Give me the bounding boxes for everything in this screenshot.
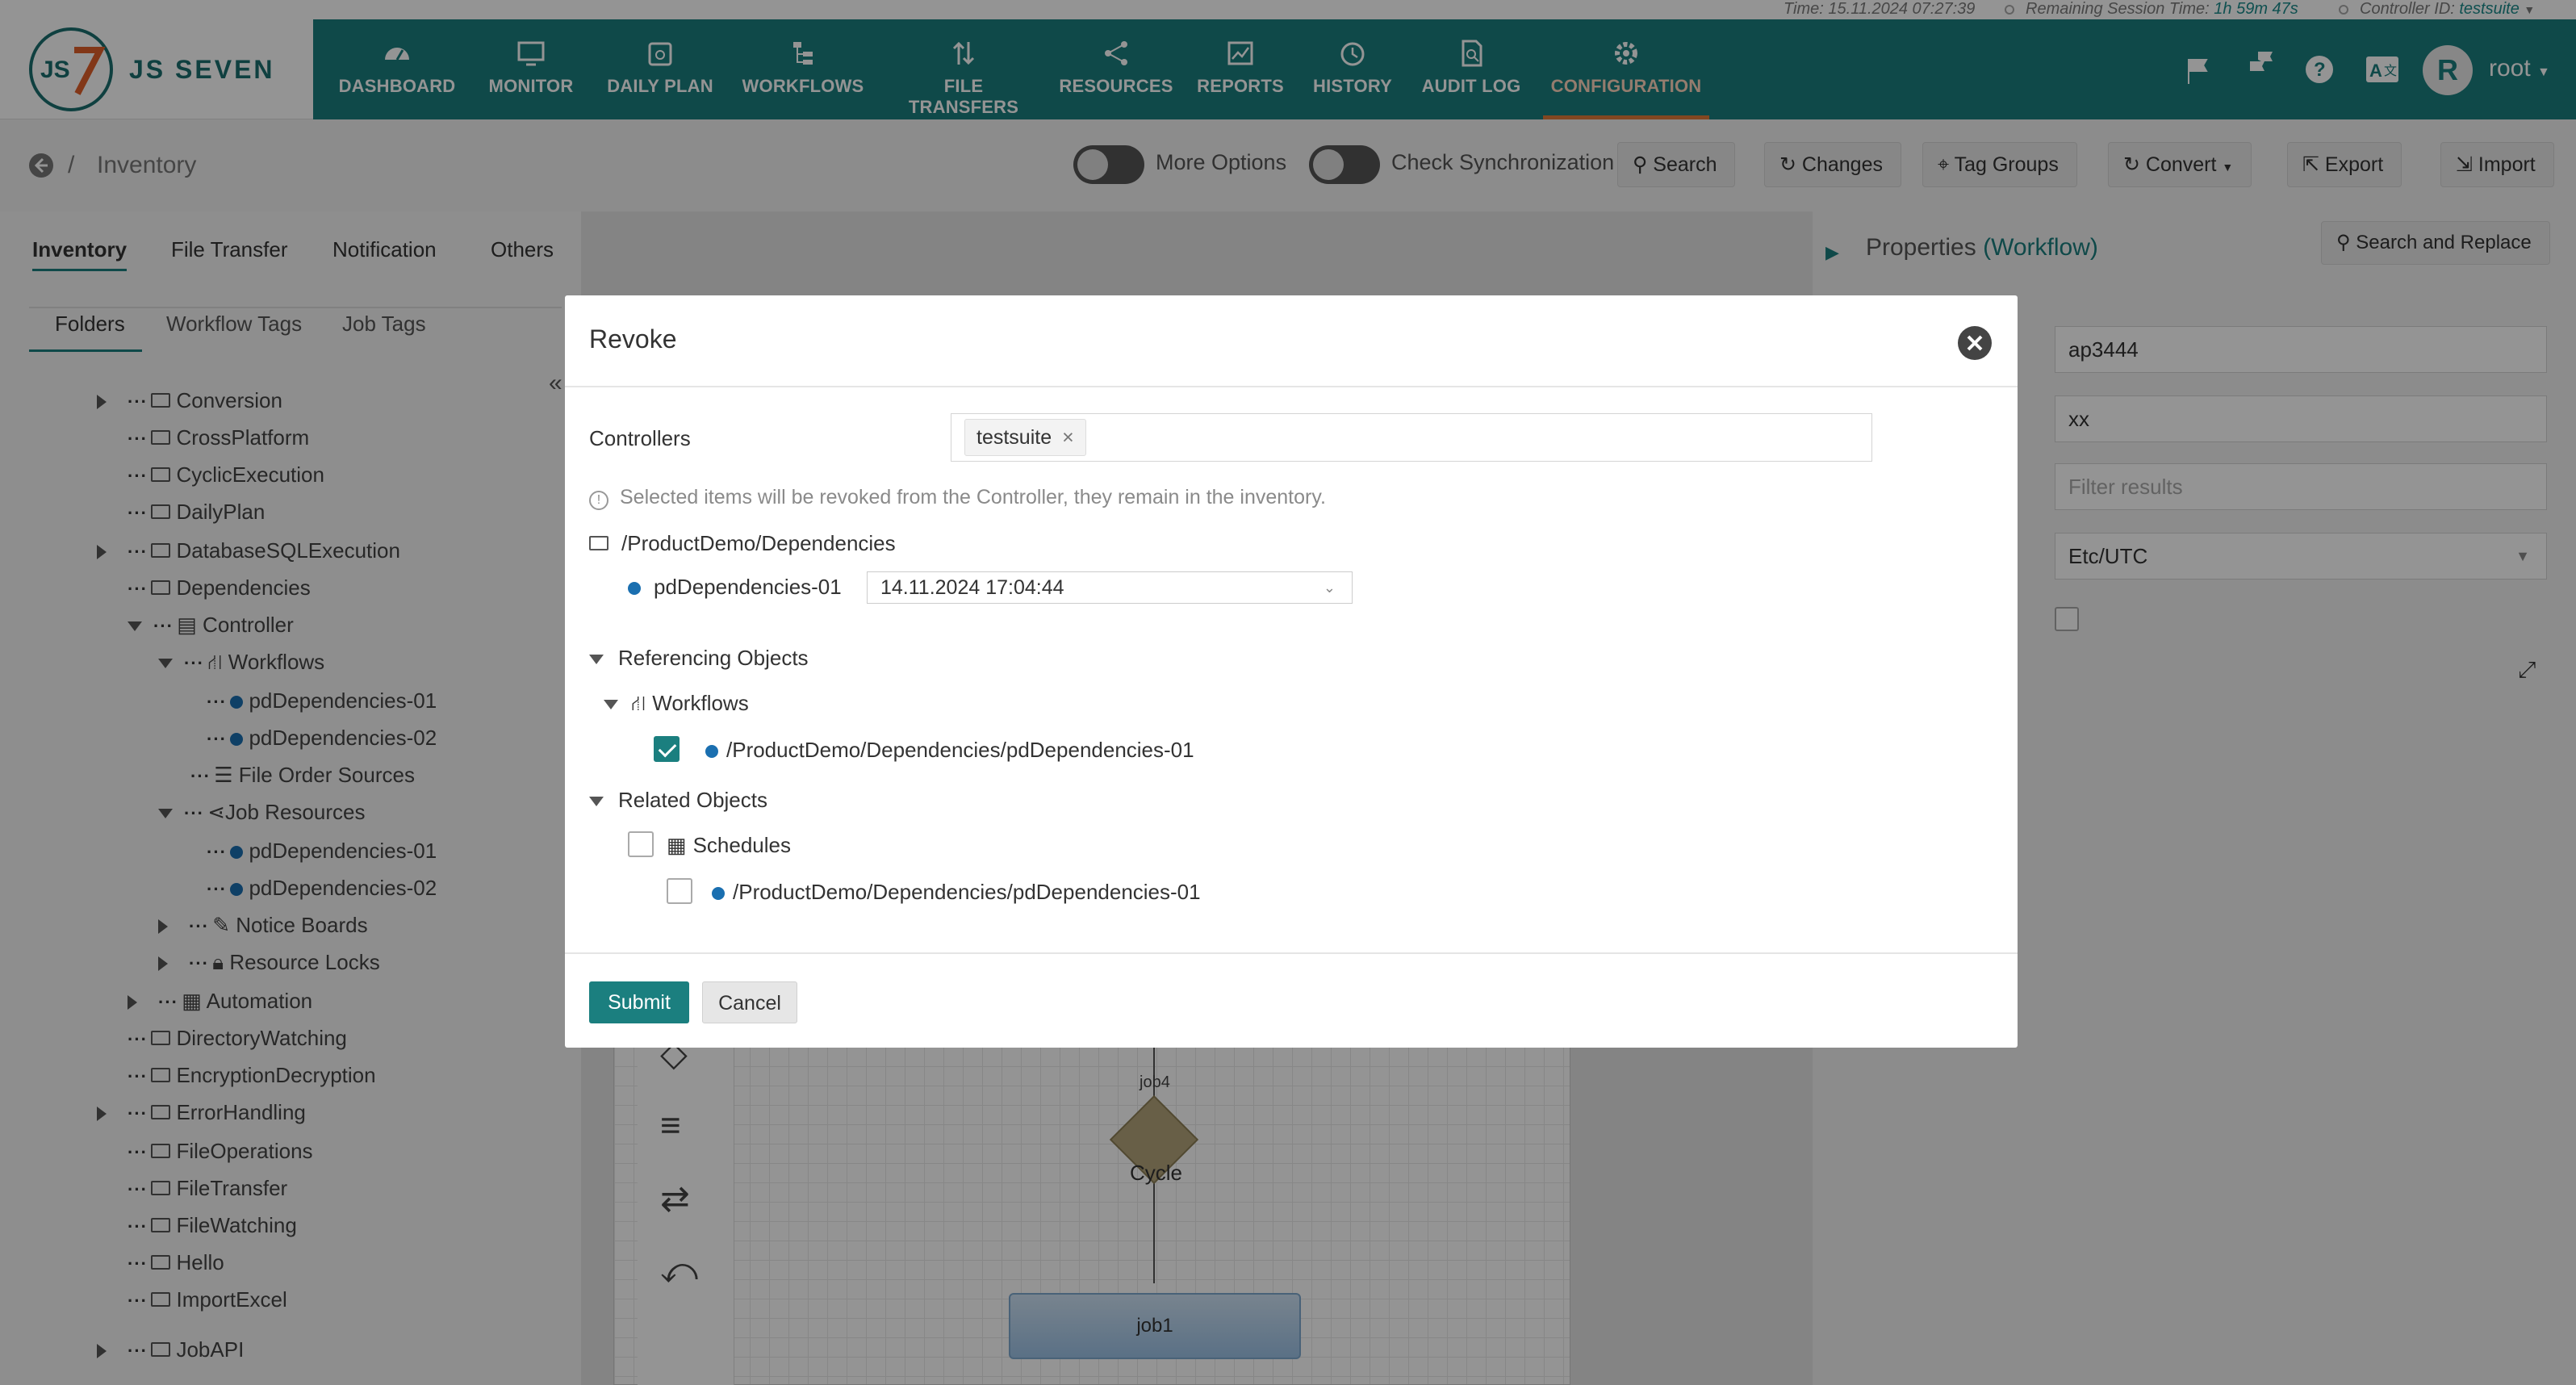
folder-icon	[589, 536, 608, 551]
referencing-objects-toggle[interactable]: Referencing Objects	[589, 646, 809, 671]
remove-tag-icon[interactable]: ×	[1062, 426, 1074, 449]
info-icon: !	[589, 491, 608, 510]
controllers-select[interactable]: testsuite ×	[951, 413, 1872, 462]
caret-down-icon	[589, 655, 604, 665]
ref-workflows-toggle[interactable]: ⛙ Workflows	[604, 691, 749, 719]
related-objects-toggle[interactable]: Related Objects	[589, 788, 767, 813]
info-message: ! Selected items will be revoked from the…	[589, 486, 1326, 510]
controllers-label: Controllers	[589, 426, 691, 450]
chevron-down-icon: ⌄	[1323, 580, 1336, 596]
schedule-item: /ProductDemo/Dependencies/pdDependencies…	[712, 880, 1201, 905]
version-select[interactable]: 14.11.2024 17:04:44 ⌄	[867, 571, 1353, 604]
cancel-button[interactable]: Cancel	[702, 981, 797, 1023]
controller-tag: testsuite ×	[964, 419, 1086, 456]
dialog-title: Revoke	[589, 324, 677, 354]
close-icon[interactable]	[1956, 324, 1993, 362]
deployed-status-dot	[628, 582, 641, 596]
deploy-item: pdDependencies-01	[628, 575, 842, 600]
deployed-status-dot	[705, 745, 718, 759]
header-divider	[565, 386, 2018, 387]
caret-down-icon	[604, 700, 618, 710]
workflow-icon: ⛙	[631, 691, 646, 715]
calendar-icon: ▦	[667, 833, 687, 857]
deployed-status-dot	[712, 887, 725, 901]
schedule-item-checkbox[interactable]	[667, 878, 692, 904]
folder-path: /ProductDemo/Dependencies	[589, 531, 896, 556]
caret-down-icon	[589, 797, 604, 807]
schedules-checkbox[interactable]	[628, 831, 654, 857]
ref-workflow-item: /ProductDemo/Dependencies/pdDependencies…	[705, 738, 1194, 763]
schedules-label: ▦ Schedules	[667, 833, 791, 857]
footer-divider	[565, 952, 2018, 954]
ref-workflow-checkbox[interactable]	[654, 736, 680, 762]
submit-button[interactable]: Submit	[589, 981, 689, 1023]
revoke-dialog: Revoke Controllers testsuite × ! Selected…	[565, 295, 2018, 1048]
